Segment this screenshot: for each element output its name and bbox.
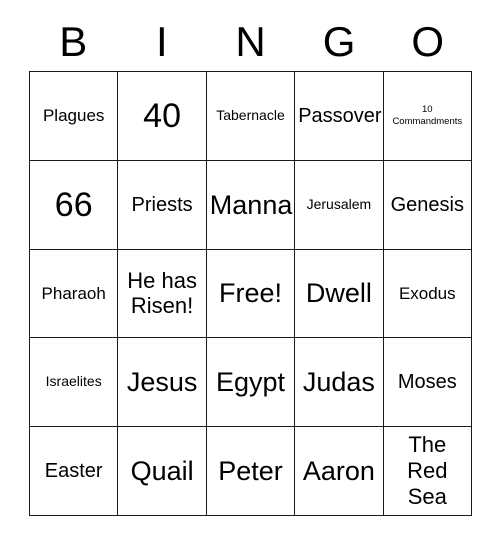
bingo-cell[interactable]: Judas [295, 338, 384, 428]
bingo-cell-label: He has Risen! [127, 267, 197, 319]
bingo-cell[interactable]: Pharaoh [30, 249, 119, 339]
bingo-cell[interactable]: Quail [118, 427, 207, 516]
bingo-cell-label: 40 [143, 96, 181, 135]
bingo-cell-label: Tabernacle [216, 107, 285, 124]
bingo-cell[interactable]: Egypt [206, 338, 296, 428]
bingo-cell[interactable]: Jerusalem [295, 160, 384, 250]
bingo-cell[interactable]: Tabernacle [206, 72, 296, 161]
bingo-cell-label: Easter [44, 459, 103, 482]
bingo-cell-label: Jesus [126, 367, 198, 398]
bingo-cell[interactable]: Dwell [295, 249, 384, 339]
bingo-cell[interactable]: Israelites [30, 338, 119, 428]
bingo-cell[interactable]: He has Risen! [118, 249, 207, 339]
bingo-cell[interactable]: Moses [383, 338, 472, 428]
bingo-cell-label: Pharaoh [41, 283, 106, 303]
header-letter-g: G [322, 18, 356, 65]
bingo-cell-label: Plagues [42, 106, 105, 126]
header-letter-o: O [411, 18, 444, 65]
bingo-cell[interactable]: Plagues [30, 72, 119, 161]
bingo-cell-label: Jerusalem [306, 195, 372, 212]
bingo-cell[interactable]: Free! [206, 249, 296, 339]
header-letter-n: N [235, 18, 266, 65]
bingo-cell[interactable]: Priests [118, 160, 207, 250]
bingo-cell-label: Dwell [305, 278, 372, 309]
bingo-cell-label: Free! [218, 278, 282, 309]
bingo-cell[interactable]: 40 [118, 72, 207, 161]
bingo-cell-label: Priests [131, 193, 193, 216]
bingo-cell-label: Egypt [215, 367, 286, 398]
bingo-cell-label: Peter [218, 455, 283, 486]
bingo-cell[interactable]: 10 Commandments [383, 72, 472, 161]
bingo-cell[interactable]: Aaron [295, 427, 384, 516]
bingo-cell[interactable]: Manna [206, 160, 296, 250]
bingo-cell[interactable]: The Red Sea [383, 427, 472, 516]
bingo-grid: Plagues 40 Tabernacle Passover 10 Commandmen… [29, 71, 472, 516]
bingo-cell[interactable]: Jesus [118, 338, 207, 428]
bingo-cell[interactable]: 66 [30, 160, 119, 250]
bingo-cell[interactable]: Peter [206, 427, 296, 516]
bingo-cell-label: Exodus [398, 283, 456, 303]
bingo-cell-label: 66 [54, 185, 93, 224]
bingo-cell[interactable]: Genesis [383, 160, 472, 250]
bingo-cell-label: Judas [302, 367, 375, 398]
bingo-cell-label: Israelites [45, 373, 102, 390]
bingo-cell-label: Aaron [302, 455, 375, 486]
bingo-header: B I N G O [29, 14, 472, 70]
bingo-cell-label: Moses [397, 371, 457, 394]
bingo-cell-label: Manna [209, 189, 293, 220]
header-letter-b: B [59, 18, 88, 65]
bingo-cell-label: Passover [298, 104, 382, 127]
bingo-cell[interactable]: Passover [295, 72, 384, 161]
bingo-cell-label: Quail [130, 455, 194, 486]
bingo-cell-label: 10 Commandments [392, 104, 463, 127]
bingo-cell-label: Genesis [390, 193, 464, 216]
bingo-cell[interactable]: Easter [30, 427, 119, 516]
bingo-card: B I N G O Plagues 40 Tabernacle Passover 10 … [0, 0, 500, 544]
bingo-cell-label: The Red Sea [407, 432, 448, 510]
header-letter-i: I [156, 18, 168, 65]
bingo-cell[interactable]: Exodus [383, 249, 472, 339]
